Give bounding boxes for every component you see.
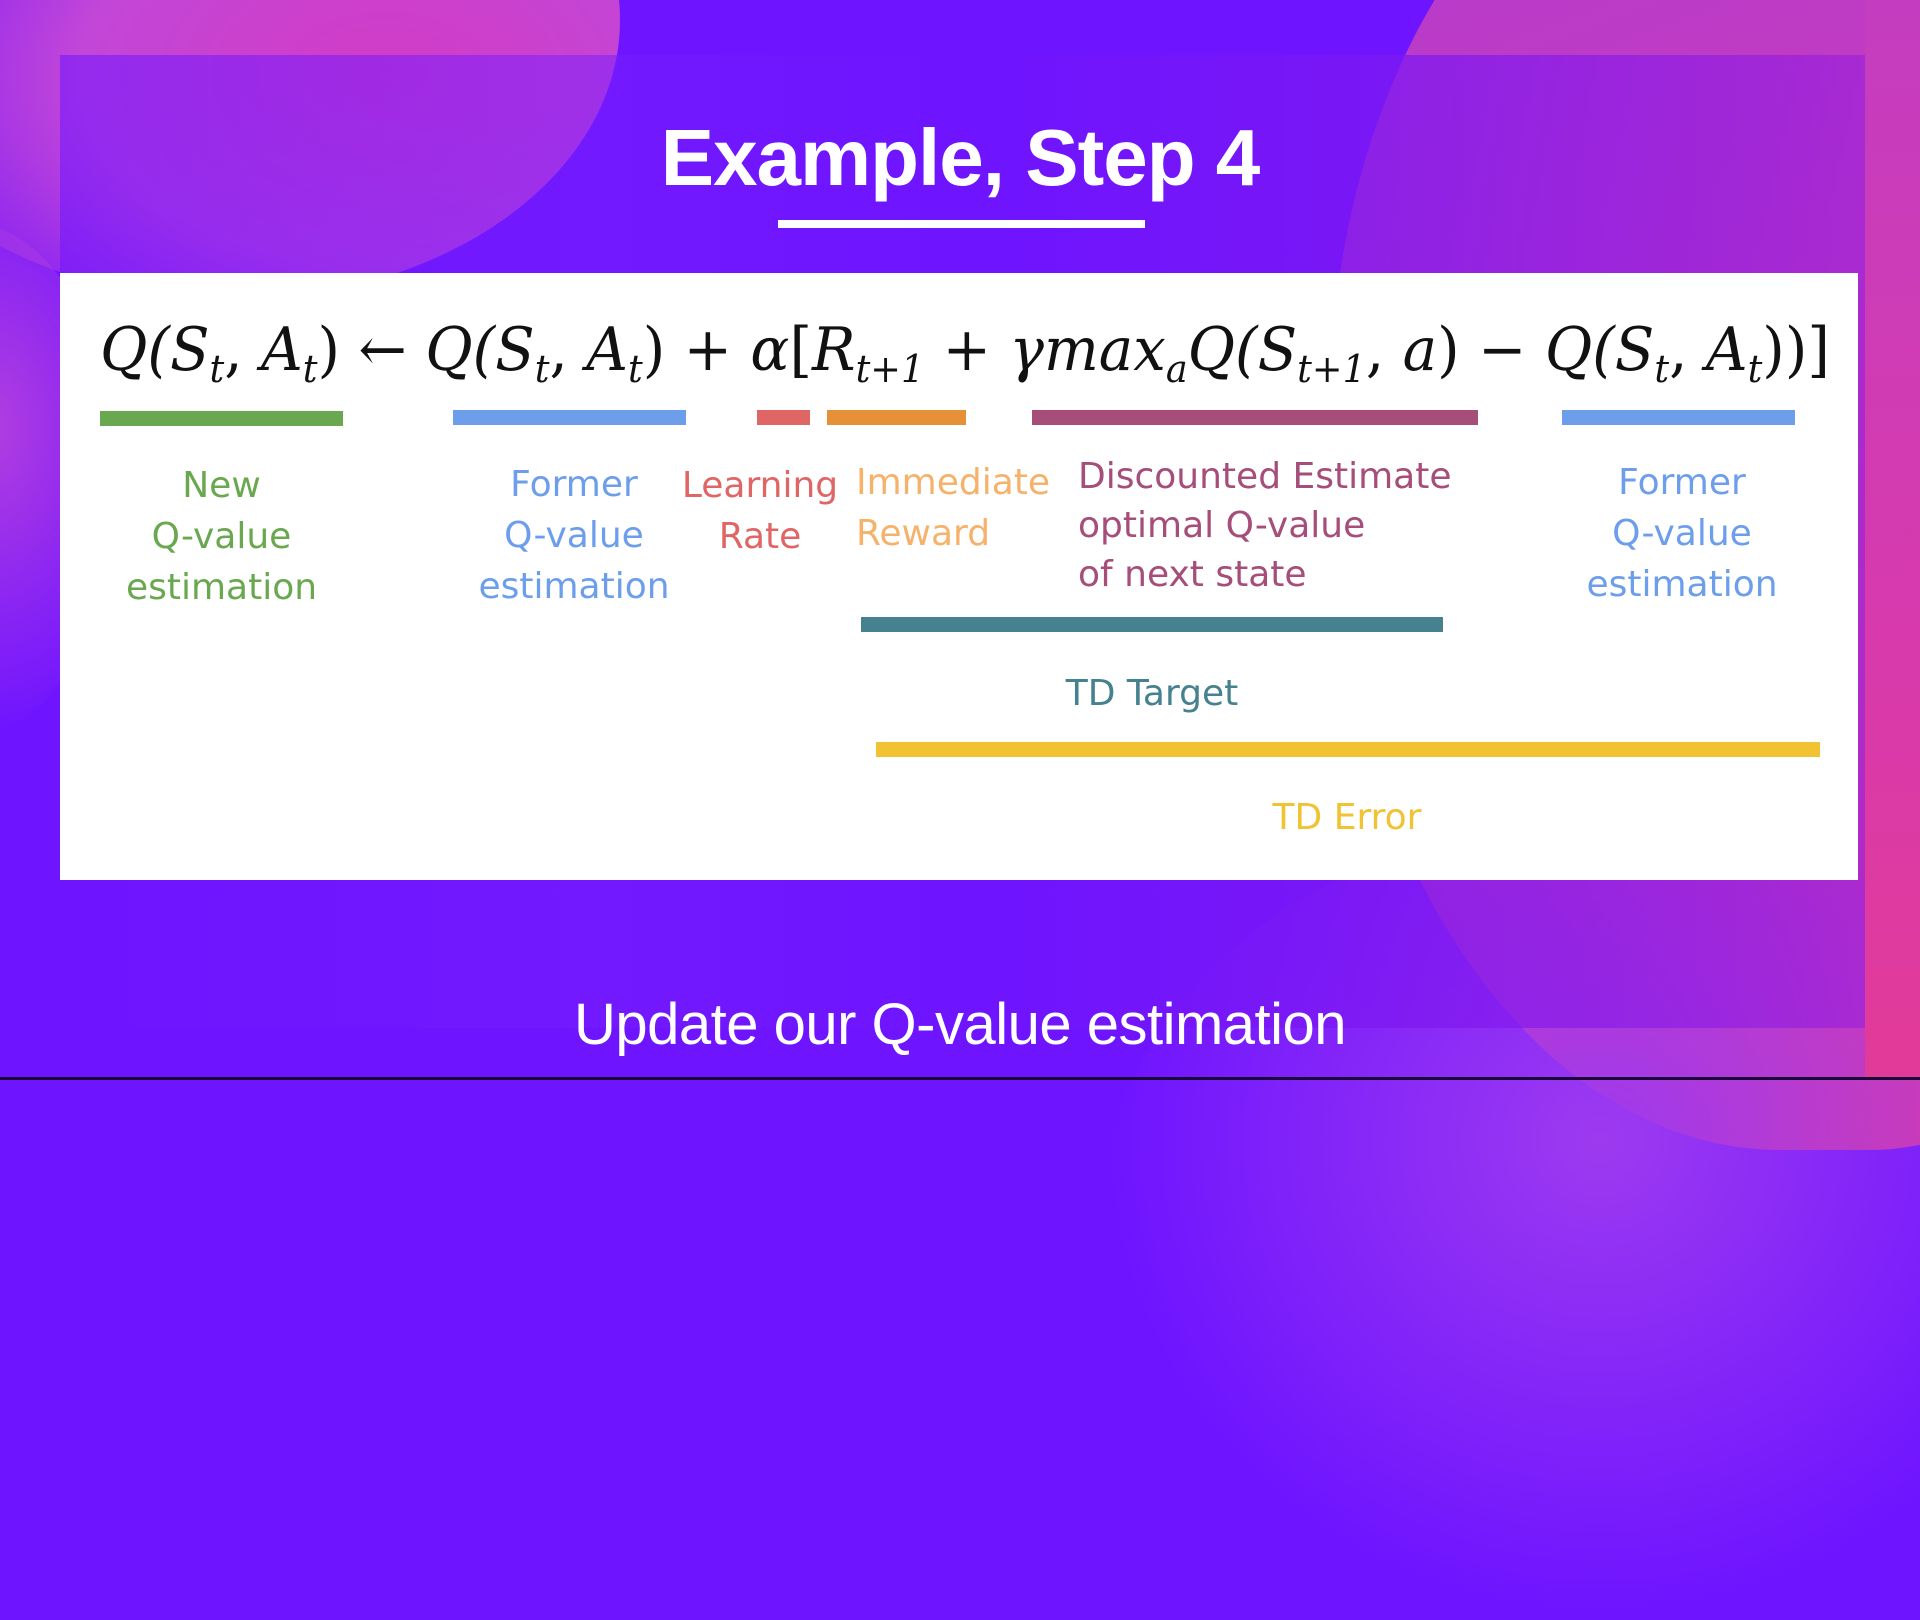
slide-title: Example, Step 4 (660, 113, 1261, 202)
bar-former-q (453, 410, 686, 425)
label-former-q-value: Former Q-value estimation (478, 464, 670, 607)
label-former-q-value-2: Former Q-value estimation (1586, 462, 1778, 605)
formula-bracket-close: ] (1807, 315, 1830, 385)
bar-discounted-estimate (1032, 410, 1478, 425)
q-learning-update-formula: Q(St, At) ← Q(St, At) + α[Rt+1 + γmaxaQ(… (100, 305, 1830, 395)
formula-discounted-max: γmaxaQ(St+1, a) (1009, 315, 1460, 391)
formula-plus-2: + (924, 315, 1010, 385)
formula-lhs: Q(St, At) (100, 315, 341, 391)
formula-minus: − (1459, 315, 1545, 385)
label-td-target: TD Target (1065, 673, 1239, 714)
formula-arrow: ← (340, 315, 426, 385)
slide-subtitle: Update our Q-value estimation (573, 992, 1347, 1057)
bar-new-q (100, 411, 343, 426)
label-new-q-value: New Q-value estimation (125, 465, 318, 608)
formula-alpha: α (750, 315, 790, 385)
label-discounted-estimate: Discounted Estimate optimal Q-value of n… (1078, 456, 1452, 595)
formula-old-q: Q(St, At) (425, 315, 666, 391)
label-td-error: TD Error (1272, 797, 1422, 838)
bar-learning-rate (757, 410, 810, 425)
bar-td-target (861, 617, 1443, 632)
title-underline (778, 220, 1145, 228)
bar-former-q-2 (1562, 410, 1795, 425)
label-learning-rate: Learning Rate (681, 465, 839, 557)
bar-immediate-reward (827, 410, 966, 425)
formula-plus: + (665, 315, 751, 385)
label-immediate-reward: Immediate Reward (856, 462, 1051, 554)
formula-bracket-open: [ (789, 315, 813, 385)
formula-current-q: Q(St, At)) (1544, 315, 1808, 391)
bar-td-error (876, 742, 1820, 757)
formula-reward: Rt+1 (812, 315, 925, 391)
